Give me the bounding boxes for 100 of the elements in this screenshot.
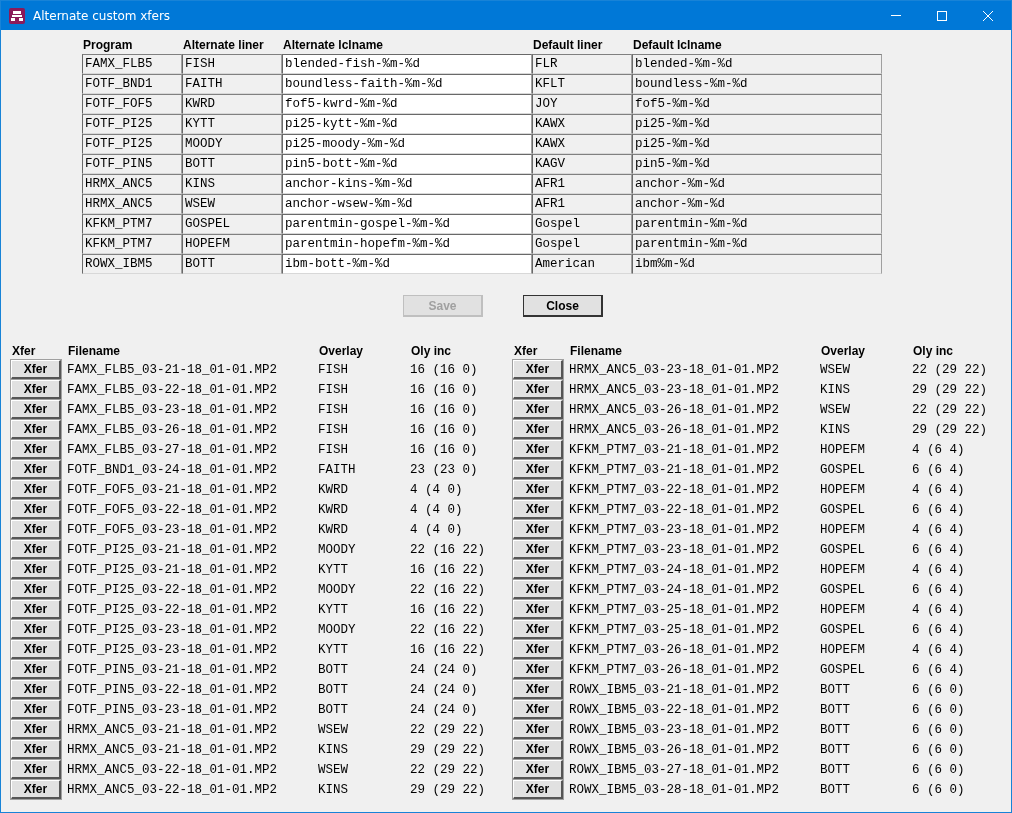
column-header: Filename [569,343,624,360]
xfer-button[interactable]: Xfer [513,380,563,399]
xfer-button[interactable]: Xfer [513,760,563,779]
xfer-button[interactable]: Xfer [11,420,61,439]
lclname-input[interactable]: boundless-faith-%m-%d [282,74,532,94]
xfer-button[interactable]: Xfer [513,640,563,659]
overlay-text: BOTT [820,742,851,759]
table-cell: Gospel [532,214,632,234]
xfer-button[interactable]: Xfer [11,520,61,539]
filename-text: FOTF_FOF5_03-22-18_01-01.MP2 [67,502,279,519]
xfer-button[interactable]: Xfer [11,400,61,419]
xfer-button[interactable]: Xfer [11,720,61,739]
xfer-button[interactable]: Xfer [11,600,61,619]
table-cell: anchor-%m-%d [632,174,882,194]
xfer-button[interactable]: Xfer [513,680,563,699]
filename-text: FOTF_PIN5_03-23-18_01-01.MP2 [67,702,279,719]
overlay-text: FISH [318,362,349,379]
xfer-button[interactable]: Xfer [513,560,563,579]
xfer-button[interactable]: Xfer [513,440,563,459]
lclname-input[interactable]: parentmin-gospel-%m-%d [282,214,532,234]
lclname-input[interactable]: anchor-kins-%m-%d [282,174,532,194]
table-cell: KAWX [532,114,632,134]
xfer-button[interactable]: Xfer [11,480,61,499]
lclname-input[interactable]: blended-fish-%m-%d [282,54,532,74]
oly-inc-text: 4 (6 4) [912,642,966,659]
lclname-input[interactable]: anchor-wsew-%m-%d [282,194,532,214]
oly-inc-text: 16 (16 0) [410,382,479,399]
filename-text: KFKM_PTM7_03-26-18_01-01.MP2 [569,662,781,679]
xfer-button[interactable]: Xfer [11,560,61,579]
oly-inc-text: 16 (16 22) [410,642,486,659]
oly-inc-text: 22 (29 22) [410,722,486,739]
app-icon [9,7,25,24]
xfer-button[interactable]: Xfer [513,580,563,599]
table-cell: KINS [182,174,282,194]
filename-text: ROWX_IBM5_03-23-18_01-01.MP2 [569,722,781,739]
xfer-button[interactable]: Xfer [513,480,563,499]
xfer-button[interactable]: Xfer [11,460,61,479]
xfer-button[interactable]: Xfer [11,700,61,719]
xfer-button[interactable]: Xfer [513,600,563,619]
table-cell: FAMX_FLB5 [82,54,182,74]
window-title: Alternate custom xfers [33,8,172,23]
xfer-button[interactable]: Xfer [513,720,563,739]
overlay-text: BOTT [820,722,851,739]
table-cell: FOTF_PI25 [82,134,182,154]
table-cell: parentmin-%m-%d [632,234,882,254]
filename-text: HRMX_ANC5_03-22-18_01-01.MP2 [67,782,279,799]
table-cell: HOPEFM [182,234,282,254]
xfer-button[interactable]: Xfer [513,360,563,379]
oly-inc-text: 22 (16 22) [410,582,486,599]
lclname-input[interactable]: fof5-kwrd-%m-%d [282,94,532,114]
overlay-text: FISH [318,442,349,459]
oly-inc-text: 22 (29 22) [912,402,988,419]
xfer-button[interactable]: Xfer [513,740,563,759]
lclname-input[interactable]: pi25-kytt-%m-%d [282,114,532,134]
filename-text: FAMX_FLB5_03-21-18_01-01.MP2 [67,362,279,379]
xfer-button[interactable]: Xfer [11,580,61,599]
lclname-input[interactable]: pi25-moody-%m-%d [282,134,532,154]
xfer-button[interactable]: Xfer [513,780,563,799]
oly-inc-text: 16 (16 22) [410,562,486,579]
xfer-button[interactable]: Xfer [513,540,563,559]
overlay-text: MOODY [318,622,357,639]
xfer-button[interactable]: Xfer [11,760,61,779]
lclname-input[interactable]: ibm-bott-%m-%d [282,254,532,274]
table-cell: FAITH [182,74,282,94]
oly-inc-text: 4 (6 4) [912,562,966,579]
overlay-text: KINS [318,782,349,799]
xfer-button[interactable]: Xfer [11,680,61,699]
oly-inc-text: 6 (6 0) [912,742,966,759]
oly-inc-text: 6 (6 0) [912,762,966,779]
xfer-button[interactable]: Xfer [11,740,61,759]
overlay-text: FISH [318,382,349,399]
xfer-button[interactable]: Xfer [11,780,61,799]
xfer-button[interactable]: Xfer [513,460,563,479]
xfer-button[interactable]: Xfer [11,660,61,679]
xfer-button[interactable]: Xfer [513,700,563,719]
xfer-button[interactable]: Xfer [11,380,61,399]
xfer-button[interactable]: Xfer [513,400,563,419]
xfer-button[interactable]: Xfer [513,500,563,519]
xfer-button[interactable]: Xfer [11,540,61,559]
close-icon [983,10,993,21]
oly-inc-text: 6 (6 0) [912,702,966,719]
xfer-button[interactable]: Xfer [513,420,563,439]
table-cell: ROWX_IBM5 [82,254,182,274]
xfer-button[interactable]: Xfer [513,520,563,539]
xfer-button[interactable]: Xfer [11,440,61,459]
xfer-button[interactable]: Xfer [513,620,563,639]
lclname-input[interactable]: pin5-bott-%m-%d [282,154,532,174]
filename-text: KFKM_PTM7_03-24-18_01-01.MP2 [569,582,781,599]
lclname-input[interactable]: parentmin-hopefm-%m-%d [282,234,532,254]
filename-text: HRMX_ANC5_03-23-18_01-01.MP2 [569,382,781,399]
oly-inc-text: 24 (24 0) [410,662,479,679]
overlay-text: HOPEFM [820,482,866,499]
xfer-button[interactable]: Xfer [11,620,61,639]
close-button[interactable]: Close [523,295,603,317]
xfer-button[interactable]: Xfer [11,500,61,519]
xfer-button[interactable]: Xfer [513,660,563,679]
xfer-button[interactable]: Xfer [11,360,61,379]
table-cell: KFLT [532,74,632,94]
xfer-button[interactable]: Xfer [11,640,61,659]
table-cell: KAGV [532,154,632,174]
